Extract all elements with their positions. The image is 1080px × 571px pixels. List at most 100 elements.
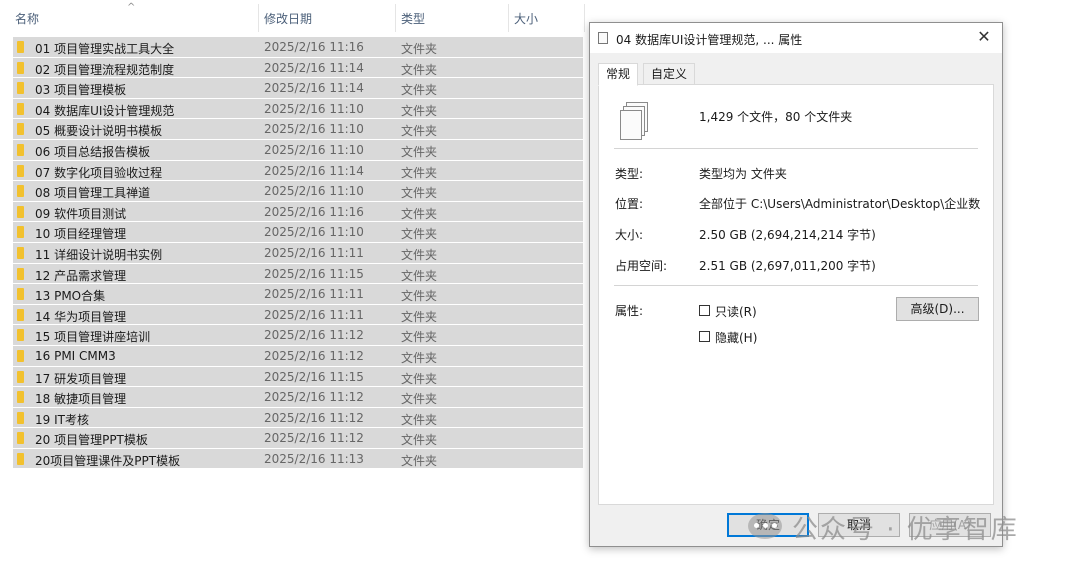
file-modified: 2025/2/16 11:12 <box>264 390 364 405</box>
column-header-type[interactable]: 类型 <box>401 10 425 27</box>
file-row[interactable]: 19 IT考核 2025/2/16 11:12 文件夹 <box>13 407 583 429</box>
file-name: 10 项目经理管理 <box>35 227 127 242</box>
column-header-name[interactable]: 名称 <box>15 10 39 27</box>
file-name: 20项目管理课件及PPT模板 <box>35 453 181 468</box>
file-name: 04 数据库UI设计管理规范 <box>35 103 175 118</box>
file-modified: 2025/2/16 11:15 <box>264 266 364 281</box>
file-row[interactable]: 03 项目管理模板 2025/2/16 11:14 文件夹 <box>13 78 583 99</box>
column-header-size[interactable]: 大小 <box>514 10 538 27</box>
file-name: 14 华为项目管理 <box>35 309 127 324</box>
file-modified: 2025/2/16 11:10 <box>264 225 364 240</box>
file-row[interactable]: 18 敏捷项目管理 2025/2/16 11:12 文件夹 <box>13 387 583 408</box>
divider <box>614 148 978 149</box>
file-modified: 2025/2/16 11:14 <box>264 163 364 178</box>
location-label: 位置: <box>615 197 644 211</box>
file-row[interactable]: 08 项目管理工具禅道 2025/2/16 11:10 文件夹 <box>13 181 583 202</box>
file-type: 文件夹 <box>401 268 438 283</box>
file-row[interactable]: 20项目管理课件及PPT模板 2025/2/16 11:13 文件夹 <box>13 448 583 470</box>
file-type: 文件夹 <box>401 227 438 242</box>
column-divider[interactable] <box>258 4 259 32</box>
file-name: 08 项目管理工具禅道 <box>35 186 151 201</box>
tab-general[interactable]: 常规 <box>598 63 639 86</box>
folder-icon <box>17 432 24 445</box>
tab-custom[interactable]: 自定义 <box>643 63 696 85</box>
dialog-titlebar[interactable]: 04 数据库UI设计管理规范, ... 属性 ✕ <box>590 23 1002 53</box>
folder-icon <box>17 288 24 301</box>
folder-icon <box>17 143 24 156</box>
file-modified: 2025/2/16 11:11 <box>264 287 364 302</box>
location-value: 全部位于 C:\Users\Administrator\Desktop\企业数字… <box>699 197 981 211</box>
size-label: 大小: <box>615 228 644 242</box>
file-row[interactable]: 13 PMO合集 2025/2/16 11:11 文件夹 <box>13 284 583 305</box>
file-modified: 2025/2/16 11:14 <box>264 81 364 96</box>
file-row[interactable]: 01 项目管理实战工具大全 2025/2/16 11:16 文件夹 <box>13 37 583 58</box>
file-type: 文件夹 <box>401 186 438 201</box>
file-row[interactable]: 15 项目管理讲座培训 2025/2/16 11:12 文件夹 <box>13 325 583 346</box>
folder-icon <box>17 164 24 177</box>
file-name: 17 研发项目管理 <box>35 371 127 386</box>
readonly-checkbox[interactable] <box>699 305 710 316</box>
size-value: 2.50 GB (2,694,214,214 字节) <box>699 228 876 242</box>
folder-icon <box>17 61 24 74</box>
file-name: 16 PMI CMM3 <box>35 348 116 363</box>
file-row[interactable]: 11 详细设计说明书实例 2025/2/16 11:11 文件夹 <box>13 242 583 264</box>
disk-usage-value: 2.51 GB (2,697,011,200 字节) <box>699 259 876 273</box>
file-type: 文件夹 <box>401 350 438 365</box>
file-row[interactable]: 12 产品需求管理 2025/2/16 11:15 文件夹 <box>13 263 583 285</box>
column-header-modified[interactable]: 修改日期 <box>264 10 312 27</box>
file-row[interactable]: 16 PMI CMM3 2025/2/16 11:12 文件夹 <box>13 345 583 367</box>
cancel-button[interactable]: 取消 <box>818 513 900 537</box>
file-row[interactable]: 10 项目经理管理 2025/2/16 11:10 文件夹 <box>13 222 583 243</box>
file-name: 12 产品需求管理 <box>35 268 127 283</box>
file-count-summary: 1,429 个文件，80 个文件夹 <box>699 110 853 124</box>
file-row[interactable]: 05 概要设计说明书模板 2025/2/16 11:10 文件夹 <box>13 119 583 140</box>
file-name: 19 IT考核 <box>35 412 89 427</box>
file-name: 02 项目管理流程规范制度 <box>35 62 175 77</box>
file-type: 文件夹 <box>401 412 438 427</box>
file-name: 20 项目管理PPT模板 <box>35 433 148 448</box>
file-name: 09 软件项目测试 <box>35 206 127 221</box>
apply-button[interactable]: 应用(A) <box>909 513 991 537</box>
folder-icon <box>17 370 24 383</box>
advanced-button[interactable]: 高级(D)... <box>896 297 979 321</box>
folder-icon <box>17 349 24 362</box>
file-type: 文件夹 <box>401 289 438 304</box>
column-divider[interactable] <box>508 4 509 32</box>
type-value: 类型均为 文件夹 <box>699 167 787 181</box>
file-modified: 2025/2/16 11:13 <box>264 451 364 466</box>
file-row[interactable]: 06 项目总结报告模板 2025/2/16 11:10 文件夹 <box>13 139 583 161</box>
file-row[interactable]: 09 软件项目测试 2025/2/16 11:16 文件夹 <box>13 201 583 223</box>
file-type: 文件夹 <box>401 83 438 98</box>
hidden-checkbox[interactable] <box>699 331 710 342</box>
folder-icon <box>17 267 24 280</box>
file-modified: 2025/2/16 11:11 <box>264 245 364 260</box>
close-icon[interactable]: ✕ <box>974 27 994 46</box>
file-name: 18 敏捷项目管理 <box>35 392 127 407</box>
file-type: 文件夹 <box>401 330 438 345</box>
file-type: 文件夹 <box>401 247 438 262</box>
file-modified: 2025/2/16 11:12 <box>264 431 364 446</box>
sort-ascending-icon: ^ <box>127 2 136 13</box>
folder-icon <box>17 82 24 95</box>
file-row[interactable]: 14 华为项目管理 2025/2/16 11:11 文件夹 <box>13 304 583 326</box>
file-rows: 01 项目管理实战工具大全 2025/2/16 11:16 文件夹 02 项目管理流程… <box>13 37 583 470</box>
file-row[interactable]: 07 数字化项目验收过程 2025/2/16 11:14 文件夹 <box>13 160 583 182</box>
multiple-files-icon <box>620 102 650 140</box>
folder-icon <box>17 391 24 404</box>
file-type: 文件夹 <box>401 309 438 324</box>
hidden-checkbox-label[interactable]: 隐藏(H) <box>715 329 757 346</box>
file-name: 15 项目管理讲座培训 <box>35 330 151 345</box>
file-row[interactable]: 04 数据库UI设计管理规范 2025/2/16 11:10 文件夹 <box>13 98 583 120</box>
column-divider[interactable] <box>395 4 396 32</box>
readonly-checkbox-label[interactable]: 只读(R) <box>715 303 757 320</box>
folder-icon <box>17 185 24 198</box>
file-row[interactable]: 20 项目管理PPT模板 2025/2/16 11:12 文件夹 <box>13 428 583 449</box>
file-row[interactable]: 02 项目管理流程规范制度 2025/2/16 11:14 文件夹 <box>13 57 583 79</box>
ok-button[interactable]: 确定 <box>727 513 809 537</box>
folder-icon <box>17 41 24 53</box>
column-divider[interactable] <box>584 4 585 32</box>
file-name: 05 概要设计说明书模板 <box>35 124 163 139</box>
folder-icon <box>17 205 24 218</box>
file-name: 07 数字化项目验收过程 <box>35 165 163 180</box>
file-row[interactable]: 17 研发项目管理 2025/2/16 11:15 文件夹 <box>13 366 583 388</box>
